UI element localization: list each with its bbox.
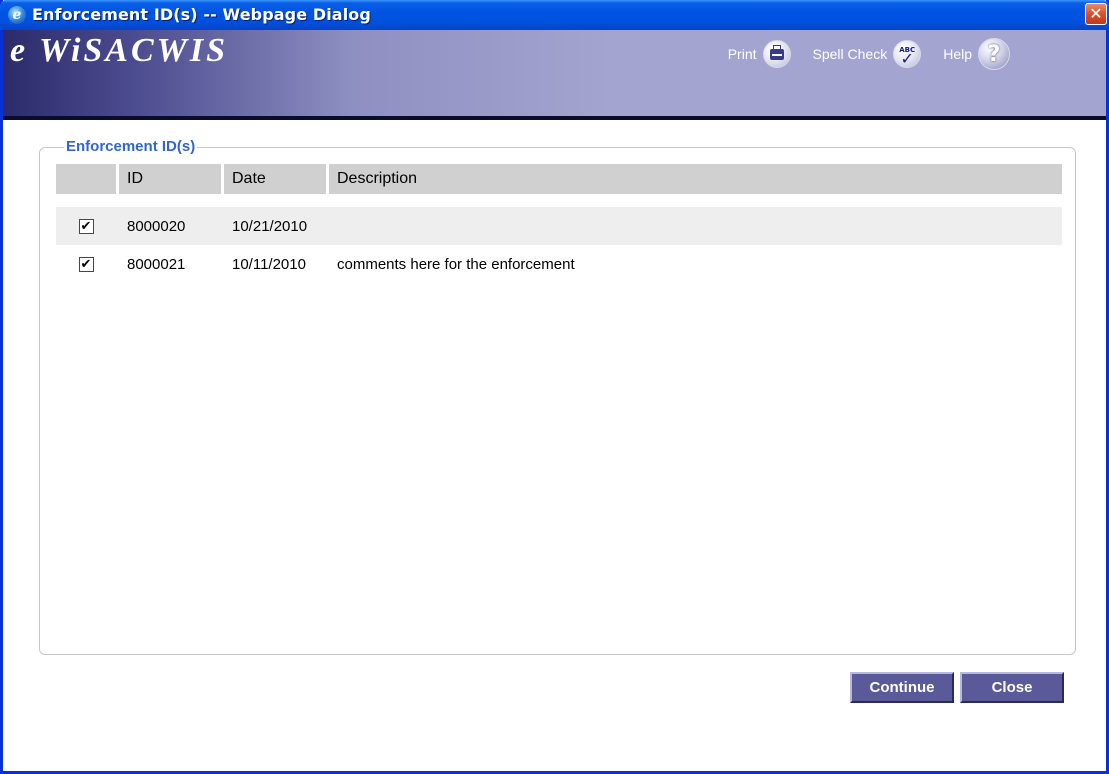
table-row[interactable]: ✔ 8000021 10/11/2010 comments here for t… [56,245,1062,283]
dialog-window: e Enforcement ID(s) -- Webpage Dialog ✕ … [0,0,1109,774]
continue-button[interactable]: Continue [850,672,954,703]
section-legend: Enforcement ID(s) [64,138,198,155]
close-icon: ✕ [1089,4,1103,23]
close-button[interactable]: Close [960,672,1064,703]
help-button[interactable]: Help ? [943,38,1010,70]
row-select-cell: ✔ [56,218,116,234]
banner-toolbar: Print Spell Check ABC ✓ Help ? [706,38,1010,70]
row-date: 10/21/2010 [232,217,308,235]
spell-check-icon: ABC ✓ [893,40,922,68]
row-checkbox[interactable]: ✔ [78,256,94,272]
row-checkbox[interactable]: ✔ [78,218,94,234]
table-header: ID Date Description [56,164,1062,194]
column-header-description[interactable]: Description [329,164,1062,194]
printer-icon [762,40,791,68]
row-id: 8000021 [127,255,186,273]
row-description: comments here for the enforcement [337,255,575,273]
title-bar[interactable]: e Enforcement ID(s) -- Webpage Dialog ✕ [0,0,1109,30]
row-date: 10/11/2010 [232,255,306,273]
column-header-id[interactable]: ID [119,164,221,194]
close-window-button[interactable]: ✕ [1085,3,1107,25]
column-header-select [56,164,116,194]
help-icon: ? [978,38,1010,70]
app-banner: e WiSACWIS Print Spell Check ABC ✓ Help … [3,30,1106,120]
window-title: Enforcement ID(s) -- Webpage Dialog [32,5,371,24]
ie-icon: e [8,6,26,24]
enforcement-table: ID Date Description ✔ 8000020 10/21/2010… [56,164,1062,283]
banner-divider [3,116,1106,120]
help-label: Help [943,46,972,62]
row-select-cell: ✔ [56,256,116,272]
enforcement-ids-section: Enforcement ID(s) ID Date Description ✔ … [39,138,1076,655]
spell-check-label: Spell Check [812,46,888,62]
table-row[interactable]: ✔ 8000020 10/21/2010 [56,207,1062,245]
spell-check-button[interactable]: Spell Check ABC ✓ [813,40,922,68]
app-logo: e WiSACWIS [10,32,229,69]
print-button[interactable]: Print [728,40,791,68]
column-header-date[interactable]: Date [224,164,326,194]
print-label: Print [727,46,757,62]
row-id: 8000020 [127,217,186,235]
